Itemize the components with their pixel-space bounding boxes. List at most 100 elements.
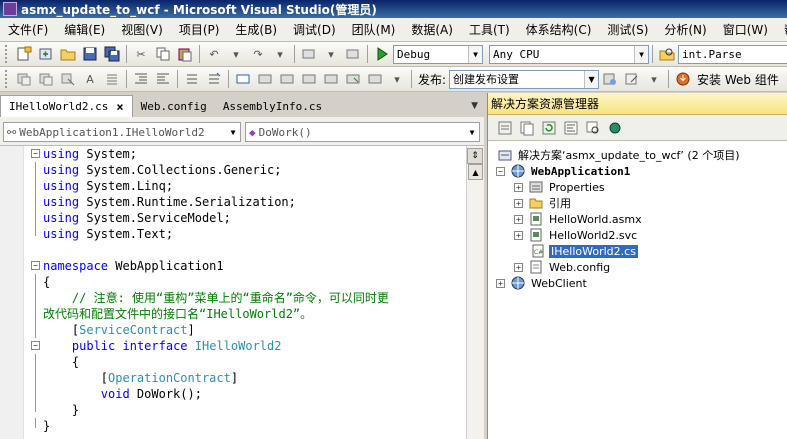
- split-handle-icon[interactable]: ⇕: [467, 148, 483, 164]
- copy-icon[interactable]: [155, 46, 171, 62]
- find-input[interactable]: int.Parse: [678, 44, 787, 64]
- undo-dropdown-icon[interactable]: ▾: [228, 46, 244, 62]
- open-folder-icon[interactable]: [60, 46, 76, 62]
- find-in-files-icon[interactable]: [659, 46, 675, 62]
- previous-bookmark-icon[interactable]: [257, 71, 273, 87]
- code-editor[interactable]: − using System; using System.Collections…: [0, 146, 484, 439]
- menu-project[interactable]: 项目(P): [171, 20, 228, 40]
- tree-item-helloworld-asmx[interactable]: + HelloWorld.asmx: [488, 211, 787, 227]
- tree-item-project-webapplication1[interactable]: − WebApplication1: [488, 163, 787, 179]
- tree-item-ihelloworld2-cs[interactable]: C# IHelloWorld2.cs: [488, 243, 787, 259]
- menu-test[interactable]: 测试(S): [599, 20, 656, 40]
- collapse-icon[interactable]: −: [31, 261, 40, 270]
- clear-bookmarks-icon[interactable]: [367, 71, 383, 87]
- add-item-icon[interactable]: [38, 46, 54, 62]
- tab-assemblyinfo-cs[interactable]: AssemblyInfo.cs: [215, 95, 330, 117]
- bookmark-doc-icon[interactable]: [345, 71, 361, 87]
- toolbar-grip[interactable]: [5, 45, 9, 63]
- paint-format-icon[interactable]: [60, 71, 76, 87]
- editor-vertical-scrollbar[interactable]: ⇕ ▲: [466, 146, 484, 439]
- collapse-icon[interactable]: −: [496, 166, 505, 176]
- tree-item-properties[interactable]: + Properties: [488, 179, 787, 195]
- list-members-icon[interactable]: [104, 71, 120, 87]
- tree-item-references[interactable]: + 引用: [488, 195, 787, 211]
- save-icon[interactable]: [82, 46, 98, 62]
- navigate-forward-icon[interactable]: [345, 46, 361, 62]
- redo-icon[interactable]: ↷: [250, 46, 266, 62]
- menu-tools[interactable]: 工具(T): [461, 20, 518, 40]
- menu-debug[interactable]: 调试(D): [285, 20, 344, 40]
- undo-icon[interactable]: ↶: [206, 46, 222, 62]
- navigate-dropdown-icon[interactable]: ▾: [323, 46, 339, 62]
- comment-lines-icon[interactable]: [184, 71, 200, 87]
- solution-platform-select[interactable]: Any CPU ▼: [489, 44, 649, 64]
- close-icon[interactable]: ×: [116, 100, 123, 114]
- save-all-icon[interactable]: [104, 46, 120, 62]
- tab-list-dropdown-icon[interactable]: ▼: [471, 101, 478, 111]
- navigate-backward-icon[interactable]: [301, 46, 317, 62]
- toolbar-separator: [177, 70, 178, 88]
- font-size-icon[interactable]: A: [82, 71, 98, 87]
- menu-view[interactable]: 视图(V): [113, 20, 171, 40]
- member-dropdown[interactable]: ◆ DoWork() ▼: [245, 122, 480, 142]
- refresh-icon[interactable]: [541, 120, 557, 136]
- menu-team[interactable]: 团队(M): [344, 20, 404, 40]
- menu-analyze[interactable]: 分析(N): [656, 20, 714, 40]
- expand-icon[interactable]: +: [514, 198, 523, 208]
- type-dropdown[interactable]: ⚯ WebApplication1.IHelloWorld2 ▼: [3, 122, 241, 142]
- format-icon[interactable]: [16, 71, 32, 87]
- toolbar-options-icon[interactable]: ▾: [646, 71, 662, 87]
- view-code-icon[interactable]: [563, 120, 579, 136]
- menu-build[interactable]: 生成(B): [227, 20, 285, 40]
- publish-web-icon[interactable]: [602, 71, 618, 87]
- install-web-components-icon[interactable]: [675, 71, 691, 87]
- tree-item-project-webclient[interactable]: + WebClient: [488, 275, 787, 291]
- tree-item-web-config[interactable]: + Web.config: [488, 259, 787, 275]
- solution-configuration-select[interactable]: Debug ▼: [393, 44, 483, 64]
- tab-ihelloworld2-cs[interactable]: IHelloWorld2.cs ×: [0, 95, 133, 117]
- expand-icon[interactable]: +: [514, 230, 523, 240]
- paste-icon[interactable]: [177, 46, 193, 62]
- class-view-icon[interactable]: [607, 120, 623, 136]
- menu-data[interactable]: 数据(A): [403, 20, 461, 40]
- redo-dropdown-icon[interactable]: ▾: [272, 46, 288, 62]
- expand-icon[interactable]: +: [496, 278, 505, 288]
- collapse-icon[interactable]: −: [31, 149, 40, 158]
- decrease-indent-icon[interactable]: [133, 71, 149, 87]
- install-web-components-label[interactable]: 安装 Web 组件: [697, 71, 779, 88]
- tree-item-solution[interactable]: 解决方案‘asmx_update_to_wcf’ (2 个项目): [488, 147, 787, 163]
- tab-web-config[interactable]: Web.config: [133, 95, 215, 117]
- properties-icon[interactable]: [497, 120, 513, 136]
- bookmark-folder-prev-icon[interactable]: [301, 71, 317, 87]
- toolbar-grip[interactable]: [5, 70, 9, 88]
- uncomment-lines-icon[interactable]: [206, 71, 222, 87]
- menu-file[interactable]: 文件(F): [0, 20, 56, 40]
- next-bookmark-icon[interactable]: [279, 71, 295, 87]
- bookmark-folder-next-icon[interactable]: [323, 71, 339, 87]
- increase-indent-icon[interactable]: [155, 71, 171, 87]
- show-all-files-icon[interactable]: [519, 120, 535, 136]
- menu-help[interactable]: 帮助(H): [776, 20, 787, 40]
- toolbar-separator: [228, 70, 229, 88]
- publish-settings-icon[interactable]: [624, 71, 640, 87]
- collapse-icon[interactable]: −: [31, 341, 40, 350]
- menu-architecture[interactable]: 体系结构(C): [518, 20, 600, 40]
- toolbar-options-icon[interactable]: ▾: [389, 71, 405, 87]
- tree-item-helloworld2-svc[interactable]: + HelloWorld2.svc: [488, 227, 787, 243]
- bookmark-icon[interactable]: [235, 71, 251, 87]
- menu-edit[interactable]: 编辑(E): [56, 20, 113, 40]
- view-designer-icon[interactable]: [585, 120, 601, 136]
- scroll-up-icon[interactable]: ▲: [468, 164, 483, 180]
- code-area[interactable]: − using System; using System.Collections…: [30, 146, 465, 434]
- publish-select[interactable]: 创建发布设置 ▼: [449, 69, 600, 89]
- cut-icon[interactable]: ✂: [133, 46, 149, 62]
- new-project-icon[interactable]: [16, 46, 32, 62]
- expand-icon[interactable]: +: [514, 214, 523, 224]
- expand-icon[interactable]: +: [514, 262, 523, 272]
- tree-item-label: Properties: [549, 180, 605, 194]
- copy-format-icon[interactable]: [38, 71, 54, 87]
- expand-icon[interactable]: +: [514, 182, 523, 192]
- menu-window[interactable]: 窗口(W): [715, 20, 776, 40]
- solution-explorer-header[interactable]: 解决方案资源管理器: [488, 93, 787, 115]
- start-debugging-icon[interactable]: [374, 46, 390, 62]
